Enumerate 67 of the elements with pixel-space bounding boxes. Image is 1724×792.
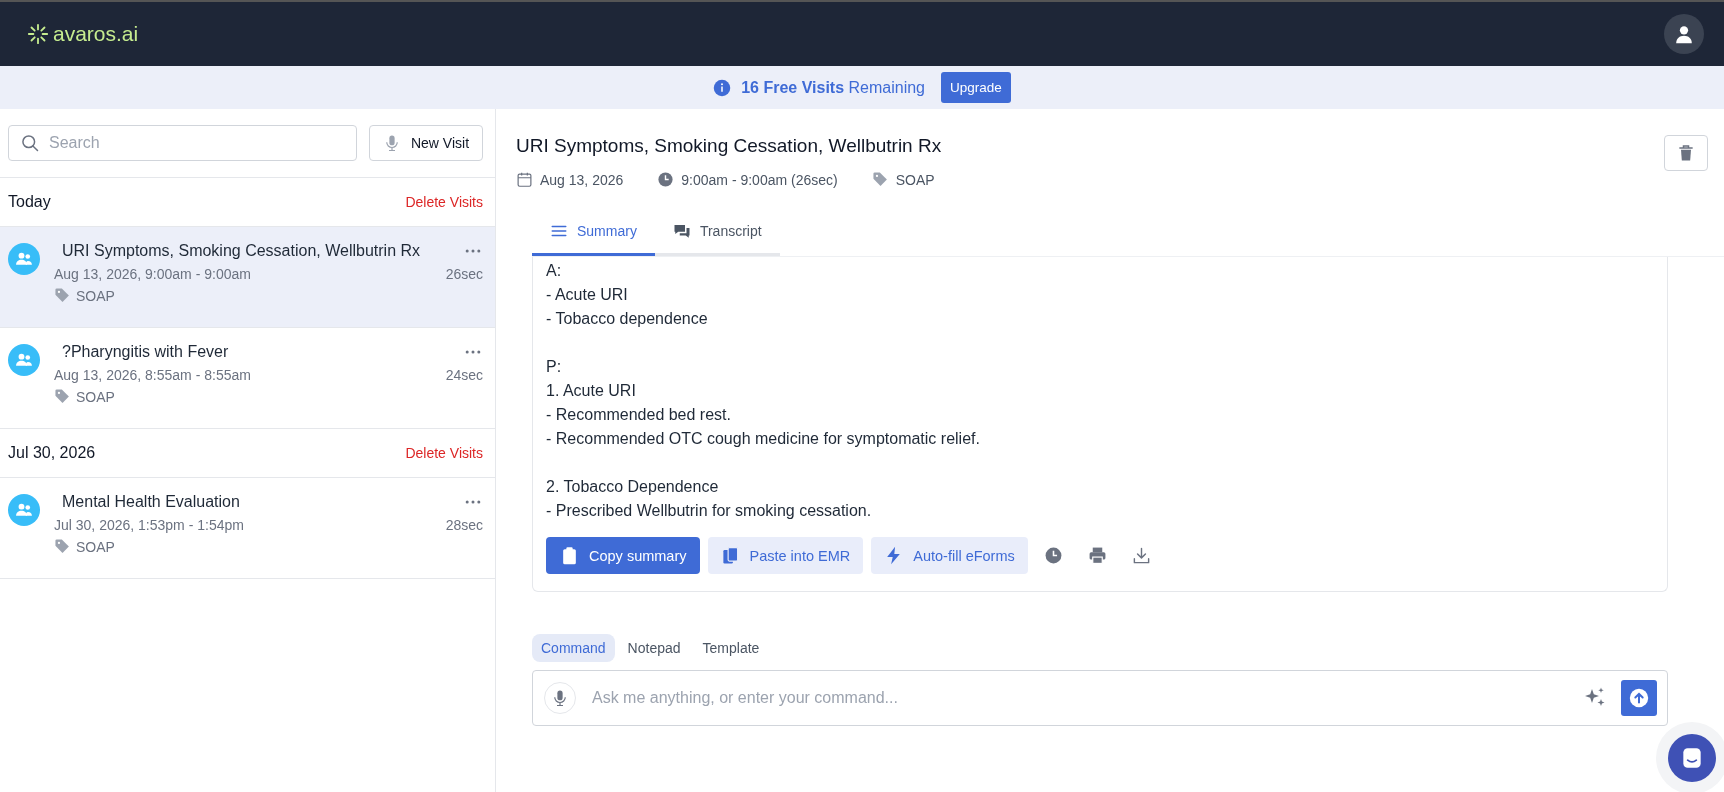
- visit-heading: URI Symptoms, Smoking Cessation, Wellbutrin Rx: [516, 135, 942, 157]
- visit-tag: SOAP: [76, 287, 115, 304]
- documents-icon: [720, 546, 740, 565]
- microphone-icon: [551, 689, 569, 707]
- visit-tag: SOAP: [76, 388, 115, 405]
- visit-tag: SOAP: [76, 538, 115, 555]
- visit-title: Mental Health Evaluation: [61, 493, 240, 511]
- action-button[interactable]: Paste into EMR: [707, 537, 864, 574]
- info-icon: [713, 78, 732, 97]
- tab[interactable]: Summary: [532, 208, 655, 256]
- summary-line: A:: [546, 261, 563, 281]
- sunburst-logo-icon: [27, 23, 49, 45]
- composer-tab[interactable]: Command: [532, 634, 615, 662]
- visit-time-range: 9:00am - 9:00am (26sec): [681, 171, 838, 188]
- microphone-button[interactable]: [544, 682, 576, 714]
- action-button[interactable]: Auto-fill eForms: [871, 537, 1028, 574]
- group-heading: Jul 30, 2026: [8, 444, 96, 462]
- clipboard-icon: [560, 546, 579, 565]
- visit-date: Aug 13, 2026: [540, 171, 624, 188]
- search-field[interactable]: Search: [8, 125, 357, 161]
- visit-item[interactable]: URI Symptoms, Smoking Cessation, Wellbutrin Rx Aug 13, 2026, 9:00am - 9:00am 26sec SOAP: [0, 227, 495, 328]
- trash-icon: [1676, 143, 1696, 163]
- tag-icon: [54, 538, 71, 555]
- tag-icon: [54, 388, 71, 405]
- summary-line: - Recommended OTC cough medicine for symptomatic relief.: [546, 429, 981, 449]
- summary-line: 1. Acute URI: [546, 381, 637, 401]
- logo-text: avaros.ai: [53, 22, 139, 46]
- delete-button[interactable]: [1664, 135, 1708, 171]
- printer-icon: [1088, 546, 1108, 565]
- summary-line: - Tobacco dependence: [546, 309, 709, 329]
- new-visit-button[interactable]: New Visit: [369, 125, 483, 161]
- delete-visits-link[interactable]: Delete Visits: [405, 445, 483, 461]
- visit-time: Aug 13, 2026, 9:00am - 9:00am: [54, 266, 251, 282]
- clock-icon: [657, 171, 675, 188]
- visit-item[interactable]: ?Pharyngitis with Fever Aug 13, 2026, 8:55am - 8:55am 24sec SOAP: [0, 328, 495, 429]
- upgrade-button[interactable]: Upgrade: [941, 72, 1011, 103]
- send-button[interactable]: [1621, 680, 1657, 716]
- visit-time: Jul 30, 2026, 1:53pm - 1:54pm: [54, 517, 244, 533]
- visit-title: ?Pharyngitis with Fever: [61, 343, 229, 361]
- summary-line: 2. Tobacco Dependence: [546, 477, 720, 497]
- visit-duration: 26sec: [445, 266, 483, 282]
- user-avatar[interactable]: [1664, 14, 1704, 54]
- tab[interactable]: Transcript: [654, 208, 780, 256]
- tag-icon: [54, 287, 71, 304]
- composer-tab[interactable]: Template: [693, 634, 769, 662]
- composer-tab[interactable]: Notepad: [618, 634, 690, 662]
- action-button[interactable]: Copy summary: [546, 537, 700, 574]
- arrow-up-icon: [1628, 687, 1650, 709]
- visit-template: SOAP: [895, 171, 935, 188]
- visit-title: URI Symptoms, Smoking Cessation, Wellbutrin Rx: [61, 242, 421, 260]
- command-bar[interactable]: Ask me anything, or enter your command...: [532, 670, 1668, 726]
- visit-item[interactable]: Mental Health Evaluation Jul 30, 2026, 1:53pm - 1:54pm 28sec SOAP: [0, 478, 495, 579]
- summary-line: - Acute URI: [546, 285, 629, 305]
- clock-icon: [1044, 546, 1064, 565]
- delete-visits-link[interactable]: Delete Visits: [405, 194, 483, 210]
- visit-duration: 24sec: [445, 367, 483, 383]
- banner-message: 16 Free Visits Remaining: [741, 78, 925, 97]
- tag-icon: [871, 171, 889, 188]
- visit-time: Aug 13, 2026, 8:55am - 8:55am: [54, 367, 251, 383]
- group-heading: Today: [8, 193, 51, 211]
- person-icon: [1673, 23, 1695, 45]
- summary-line: - Prescribed Wellbutrin for smoking cessation.: [546, 501, 873, 521]
- summary-line: P:: [546, 357, 563, 377]
- summary-line: - Recommended bed rest.: [546, 405, 732, 425]
- calendar-icon: [516, 171, 533, 188]
- visit-duration: 28sec: [445, 517, 483, 533]
- download-icon: [1132, 546, 1152, 565]
